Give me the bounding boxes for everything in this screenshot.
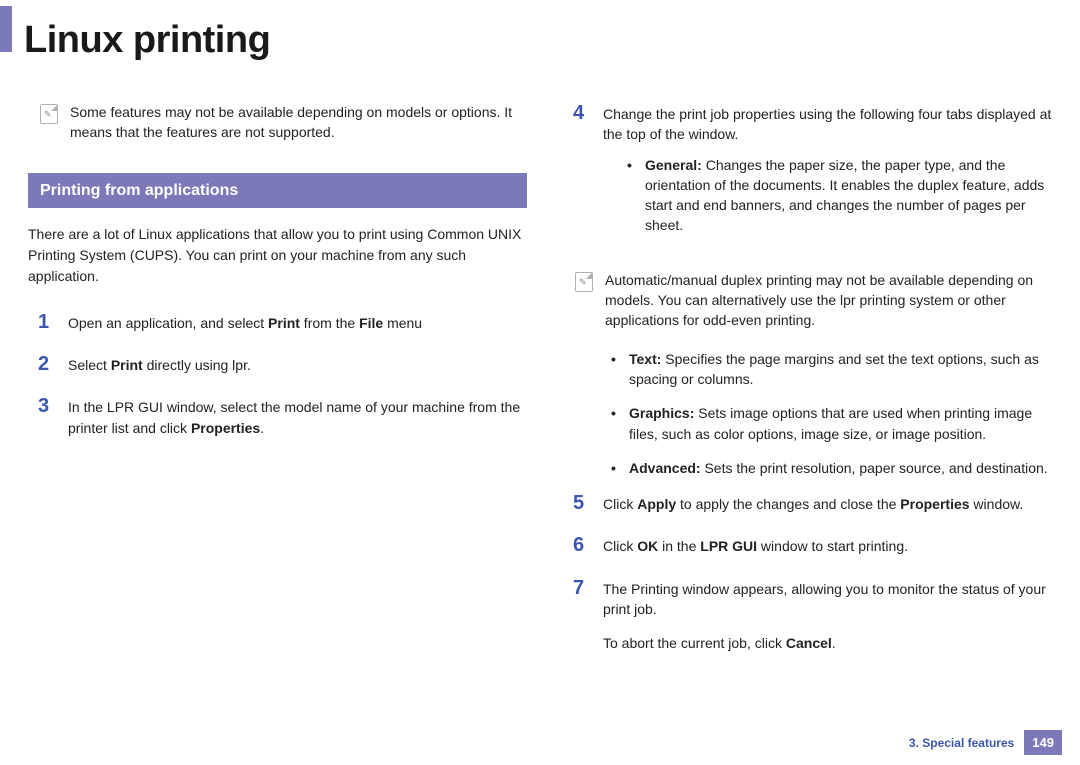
step-3: 3 In the LPR GUI window, select the mode… [28, 395, 527, 438]
title-bar: Linux printing [0, 2, 1080, 62]
footer-chapter: 3. Special features [909, 736, 1014, 750]
step-1: 1 Open an application, and select Print … [28, 311, 527, 333]
step-7-extra: To abort the current job, click Cancel. [603, 633, 1062, 653]
bullet-text: Text: Specifies the page margins and set… [611, 349, 1062, 390]
footer-page-number: 149 [1024, 730, 1062, 755]
step-body: Open an application, and select Print fr… [68, 311, 527, 333]
bullet-general: General: Changes the paper size, the pap… [627, 155, 1062, 236]
content-columns: Some features may not be available depen… [0, 62, 1080, 674]
step-4: 4 Change the print job properties using … [563, 102, 1062, 250]
step-body: The Printing window appears, allowing yo… [603, 577, 1062, 654]
step-body: Change the print job properties using th… [603, 102, 1062, 250]
note-block-2: Automatic/manual duplex printing may not… [563, 270, 1062, 331]
note-text-1: Some features may not be available depen… [70, 102, 527, 143]
note-block-1: Some features may not be available depen… [28, 102, 527, 143]
step-number: 7 [573, 577, 589, 654]
step-number: 3 [38, 395, 54, 438]
step-body: Click OK in the LPR GUI window to start … [603, 534, 1062, 556]
section-heading: Printing from applications [28, 173, 527, 208]
tab-bullet-list-2: Text: Specifies the page margins and set… [563, 349, 1062, 478]
note-text-2: Automatic/manual duplex printing may not… [605, 270, 1062, 331]
title-accent [0, 6, 12, 52]
step-5: 5 Click Apply to apply the changes and c… [563, 492, 1062, 514]
left-column: Some features may not be available depen… [28, 102, 527, 674]
step-number: 5 [573, 492, 589, 514]
intro-paragraph: There are a lot of Linux applications th… [28, 224, 527, 287]
right-column: 4 Change the print job properties using … [563, 102, 1062, 674]
step-body: In the LPR GUI window, select the model … [68, 395, 527, 438]
step-body: Click Apply to apply the changes and clo… [603, 492, 1062, 514]
bullet-advanced: Advanced: Sets the print resolution, pap… [611, 458, 1062, 478]
note-icon [575, 272, 593, 292]
page-title: Linux printing [24, 19, 270, 62]
step-number: 6 [573, 534, 589, 556]
step-number: 2 [38, 353, 54, 375]
step-number: 1 [38, 311, 54, 333]
page-footer: 3. Special features 149 [909, 730, 1062, 755]
note-icon [40, 104, 58, 124]
step-body: Select Print directly using lpr. [68, 353, 527, 375]
step-6: 6 Click OK in the LPR GUI window to star… [563, 534, 1062, 556]
step-7: 7 The Printing window appears, allowing … [563, 577, 1062, 654]
step-2: 2 Select Print directly using lpr. [28, 353, 527, 375]
tab-bullet-list: General: Changes the paper size, the pap… [603, 155, 1062, 236]
step-number: 4 [573, 102, 589, 250]
bullet-graphics: Graphics: Sets image options that are us… [611, 403, 1062, 444]
